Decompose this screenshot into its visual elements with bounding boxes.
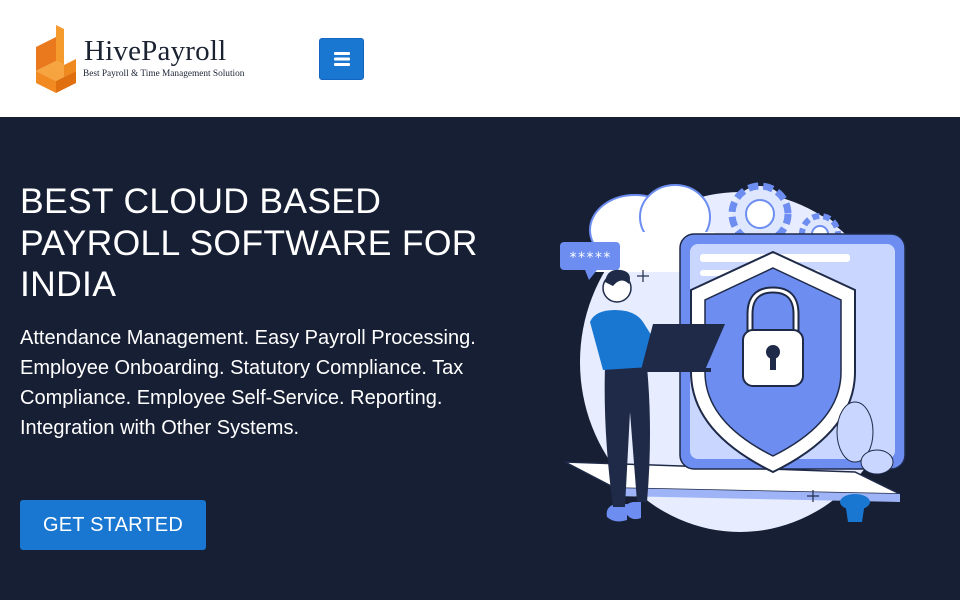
logo-mark-icon (36, 25, 76, 93)
hero-title: BEST CLOUD BASED PAYROLL SOFTWARE FOR IN… (20, 181, 478, 304)
brand-tagline: Best Payroll & Time Management Solution (83, 69, 245, 79)
menu-toggle-button[interactable] (319, 38, 364, 80)
svg-text:*****: ***** (569, 250, 611, 266)
site-header: HivePayroll Best Payroll & Time Manageme… (0, 0, 960, 117)
hamburger-menu-icon (334, 52, 350, 66)
get-started-button[interactable]: GET STARTED (20, 500, 206, 550)
brand-name: HivePayroll (84, 35, 227, 67)
hero-description: Attendance Management. Easy Payroll Proc… (20, 327, 476, 439)
security-illustration: ***** (560, 182, 906, 532)
brand-logo[interactable]: HivePayroll Best Payroll & Time Manageme… (34, 25, 274, 93)
